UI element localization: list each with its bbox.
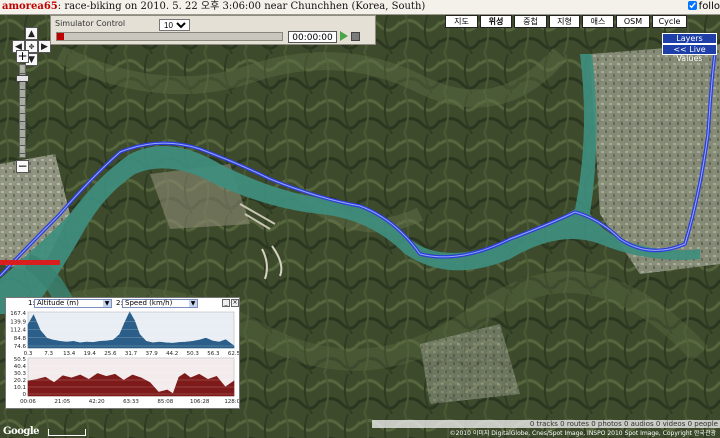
chart2-x-tick-label: 128:02 xyxy=(224,399,239,405)
simulator-control: Simulator Control 10x 00:00:00 xyxy=(50,15,376,45)
follow-label: follo xyxy=(698,1,720,12)
chart2-x-tick-label: 106:28 xyxy=(190,399,210,405)
live-values-button[interactable]: << Live Values xyxy=(662,44,717,63)
simulator-speed-select[interactable]: 10x xyxy=(159,19,190,31)
chart1-x-tick-label: 13.4 xyxy=(63,351,76,357)
chart1-x-tick-label: 37.9 xyxy=(145,351,158,357)
map-type-button[interactable]: Cycle xyxy=(652,15,687,28)
simulator-position-marker[interactable] xyxy=(57,33,64,40)
map-type-button[interactable]: OSM xyxy=(616,15,650,28)
chart1-x-tick-label: 7.3 xyxy=(44,351,53,357)
chart2-x-tick-label: 85:08 xyxy=(157,399,173,405)
zoom-in-button[interactable]: + xyxy=(16,50,29,63)
title-bar: amorea65: race-biking on 2010. 5. 22 오후 … xyxy=(0,0,720,15)
follow-checkbox[interactable] xyxy=(687,1,697,10)
chart1-y-tick-label: 139.9 xyxy=(10,319,26,325)
chart2-x-tick-label: 00:06 xyxy=(20,399,36,405)
chart2-y-tick-label: 20.2 xyxy=(14,378,26,384)
map-scale-bar xyxy=(48,429,86,436)
pan-up-button[interactable]: ▲ xyxy=(25,27,38,40)
chart2-y-tick-label: 50.5 xyxy=(14,357,27,363)
layers-button[interactable]: Layers xyxy=(662,33,717,44)
map-type-button[interactable]: 지형 xyxy=(549,15,580,28)
username-link[interactable]: amorea65 xyxy=(2,1,58,12)
map-type-button[interactable]: 지도 xyxy=(445,15,478,28)
chart1-y-tick-label: 167.4 xyxy=(10,311,26,317)
simulator-progress-track[interactable] xyxy=(56,32,283,41)
play-icon[interactable] xyxy=(340,31,348,41)
track-description: : race-biking on 2010. 5. 22 오후 3:06:00 … xyxy=(57,1,426,12)
zoom-slider-thumb[interactable] xyxy=(16,75,29,82)
stop-icon[interactable] xyxy=(351,32,360,41)
chart1-x-tick-label: 25.6 xyxy=(104,351,117,357)
chart2-x-tick-label: 21:05 xyxy=(54,399,70,405)
chart1-x-tick-label: 56.3 xyxy=(207,351,220,357)
chart2-y-tick-label: 40.4 xyxy=(14,364,27,370)
chart1-x-tick-label: 44.2 xyxy=(166,351,178,357)
chart2-y-tick-label: 30.3 xyxy=(14,371,27,377)
chart1-y-tick-label: 112.4 xyxy=(10,328,26,334)
chart2-x-tick-label: 42:20 xyxy=(89,399,105,405)
zoom-out-button[interactable]: − xyxy=(16,160,29,173)
chart2-x-tick-label: 63:33 xyxy=(123,399,139,405)
chart1-x-tick-label: 50.3 xyxy=(187,351,200,357)
copyright-text: ©2010 이미지 DigitalGlobe, Cnes/Spot Image,… xyxy=(449,430,716,437)
follow-option[interactable]: follo xyxy=(683,0,720,14)
simulator-time-display: 00:00:00 xyxy=(288,31,337,43)
simulator-title: Simulator Control xyxy=(55,19,126,28)
map-type-button-active[interactable]: 위성 xyxy=(480,15,512,28)
status-counts: 0 tracks 0 routes 0 photos 0 audios 0 vi… xyxy=(372,420,720,428)
chart1-x-tick-label: 62.5 xyxy=(228,351,239,357)
chart1-y-tick-label: 74.6 xyxy=(14,344,27,350)
google-logo: Google xyxy=(3,426,40,437)
map-type-button[interactable]: 중첩 xyxy=(514,15,547,28)
map-type-button[interactable]: 애스 xyxy=(582,15,614,28)
chart-panel: 1: Altitude (m) ▼ 2: Speed (km/h) ▼ _ × 16… xyxy=(5,297,240,409)
chart2-y-tick-label: 10.1 xyxy=(14,385,26,391)
chart-canvas: 167.4139.9112.484.874.60.3 7.3 13.4 19.4 25.… xyxy=(10,311,239,405)
chart2-y-tick-label: 0 xyxy=(23,392,27,398)
chart1-y-tick-label: 84.8 xyxy=(14,336,27,342)
chart1-x-tick-label: 19.4 xyxy=(84,351,97,357)
chart1-x-tick-label: 31.7 xyxy=(125,351,138,357)
